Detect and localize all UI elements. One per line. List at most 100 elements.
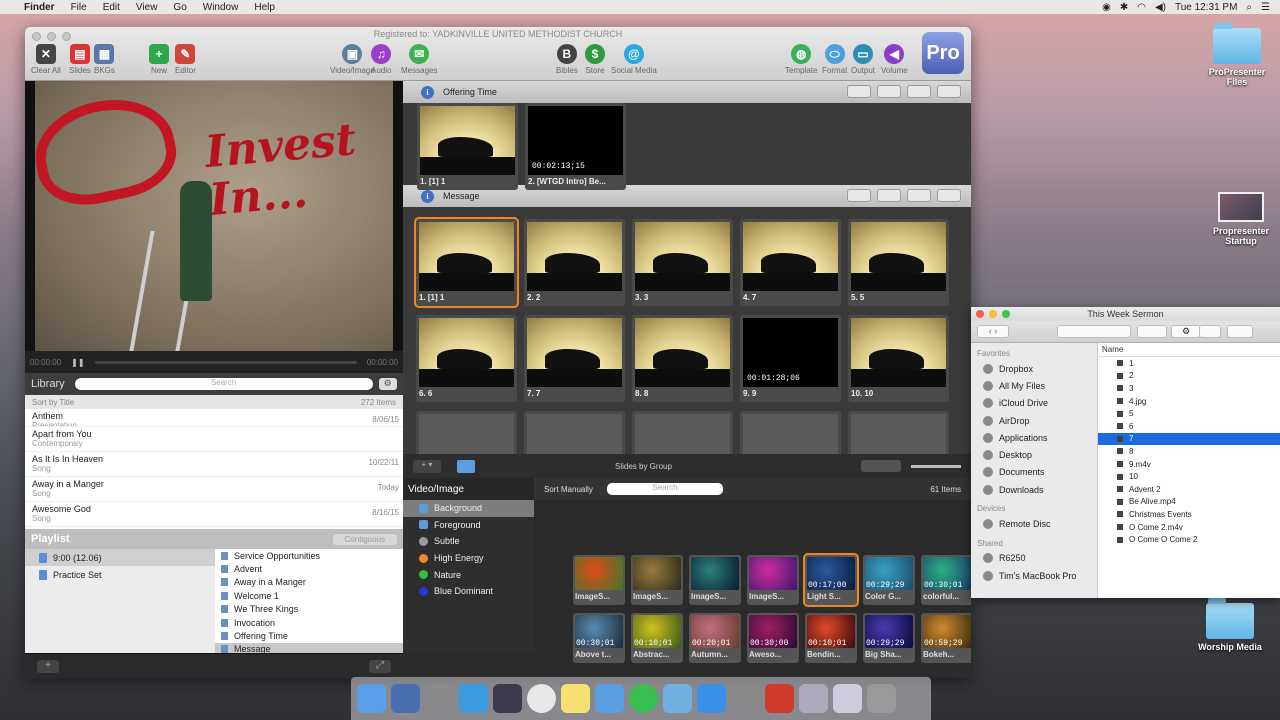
dock-app-icon[interactable] bbox=[561, 684, 590, 713]
media-thumbnail[interactable]: ImageS... bbox=[747, 555, 799, 605]
file-row[interactable]: 8 bbox=[1098, 445, 1280, 458]
gear-icon[interactable]: ⚙ bbox=[378, 378, 397, 390]
wifi-icon[interactable]: ◠ bbox=[1137, 2, 1146, 13]
media-thumbnail[interactable]: 00:29;29 Big Sha... bbox=[863, 613, 915, 663]
library-row[interactable]: Anthem Presentation 8/06/15 bbox=[25, 409, 403, 427]
clear-all-button[interactable]: ✕ Clear All bbox=[31, 44, 61, 75]
volume-button[interactable]: ◀ Volume bbox=[881, 44, 908, 75]
media-thumbnail[interactable]: ImageS... bbox=[573, 555, 625, 605]
grid-icon[interactable] bbox=[907, 189, 931, 202]
add-playlist-button[interactable]: + bbox=[37, 660, 59, 673]
info-icon[interactable]: i bbox=[421, 85, 434, 99]
menu-app-name[interactable]: Finder bbox=[24, 2, 55, 13]
file-row[interactable]: Christmas Events bbox=[1098, 508, 1280, 521]
media-search-input[interactable]: Search bbox=[606, 483, 723, 495]
new-button[interactable]: + New bbox=[149, 44, 169, 75]
dock-app-icon[interactable] bbox=[731, 684, 760, 713]
bluetooth-icon[interactable]: ✱ bbox=[1120, 2, 1128, 13]
media-thumbnail[interactable]: ImageS... bbox=[631, 555, 683, 605]
dock-app-icon[interactable] bbox=[663, 684, 692, 713]
library-search-input[interactable]: Search bbox=[74, 378, 373, 390]
tag-icon[interactable] bbox=[1227, 325, 1253, 338]
media-category-subtle[interactable]: Subtle bbox=[403, 533, 534, 550]
slides-by-group-label[interactable]: Slides by Group bbox=[615, 462, 672, 471]
menu-view[interactable]: View bbox=[136, 2, 158, 13]
media-thumbnail[interactable]: ImageS... bbox=[689, 555, 741, 605]
playlist-document[interactable]: We Three Kings bbox=[215, 603, 403, 616]
video-image-button[interactable]: ▣ Video/Image bbox=[330, 44, 375, 75]
file-row[interactable]: 9.m4v bbox=[1098, 458, 1280, 471]
output-button[interactable]: ▭ Output bbox=[851, 44, 875, 75]
expand-icon[interactable]: ⤢ bbox=[369, 660, 391, 673]
dock-app-icon[interactable] bbox=[527, 684, 556, 713]
slide-thumbnail[interactable]: 10. 10 bbox=[848, 315, 949, 402]
slide-thumbnail[interactable]: 6. 6 bbox=[416, 315, 517, 402]
dock-app-icon[interactable] bbox=[357, 684, 386, 713]
dock-app-icon[interactable] bbox=[459, 684, 488, 713]
media-category-high-energy[interactable]: High Energy bbox=[403, 550, 534, 567]
info-icon[interactable]: i bbox=[421, 189, 434, 203]
dock-app-icon[interactable] bbox=[391, 684, 420, 713]
media-sort[interactable]: Sort Manually bbox=[544, 485, 593, 494]
file-row[interactable]: Be Alive.mp4 bbox=[1098, 496, 1280, 509]
share-icon[interactable] bbox=[1199, 325, 1221, 338]
slide-thumbnail[interactable]: 1. [1] 1 bbox=[417, 103, 518, 190]
file-row[interactable]: 3 bbox=[1098, 382, 1280, 395]
media-thumbnail[interactable]: 00:30;01 colorful... bbox=[921, 555, 971, 605]
file-row[interactable]: O Come O Come 2 bbox=[1098, 533, 1280, 546]
dock-app-icon[interactable] bbox=[595, 684, 624, 713]
audio-button[interactable]: ♫ Audio bbox=[371, 44, 391, 75]
media-category-nature[interactable]: Nature bbox=[403, 566, 534, 583]
arrange-icon[interactable] bbox=[877, 189, 901, 202]
editor-button[interactable]: ✎ Editor bbox=[175, 44, 196, 75]
sidebar-item-all-my-files[interactable]: All My Files bbox=[971, 377, 1097, 394]
messages-button[interactable]: ✉ Messages bbox=[401, 44, 437, 75]
desktop-file-propresenter-startup[interactable]: Propresenter Startup bbox=[1206, 192, 1276, 246]
timer-icon[interactable] bbox=[847, 85, 871, 98]
dock-app-icon[interactable] bbox=[629, 684, 658, 713]
clear-icon[interactable] bbox=[937, 189, 961, 202]
media-toggle-icon[interactable] bbox=[457, 459, 475, 473]
clear-icon[interactable] bbox=[937, 85, 961, 98]
arrange-icon[interactable] bbox=[877, 85, 901, 98]
slide-thumbnail[interactable]: 4. 7 bbox=[740, 219, 841, 306]
store-button[interactable]: $ Store bbox=[585, 44, 605, 75]
file-row[interactable]: 4.jpg bbox=[1098, 395, 1280, 408]
arrange-icon[interactable] bbox=[1137, 325, 1167, 338]
media-thumbnail[interactable]: 00:17;00 Light S... bbox=[803, 553, 859, 607]
menu-file[interactable]: File bbox=[71, 2, 87, 13]
dock-app-icon[interactable] bbox=[799, 684, 828, 713]
playlist-document[interactable]: Service Opportunities bbox=[215, 549, 403, 562]
view-switcher[interactable] bbox=[1057, 325, 1131, 338]
media-thumbnail[interactable]: 00:59;29 Bokeh... bbox=[921, 613, 971, 663]
playlist-document[interactable]: Offering Time bbox=[215, 629, 403, 642]
column-header-name[interactable]: Name bbox=[1098, 343, 1280, 357]
library-row[interactable]: Away in a Manger Song Today bbox=[25, 477, 403, 502]
file-row[interactable]: O Come 2.m4v bbox=[1098, 521, 1280, 534]
sidebar-item-r6250[interactable]: R6250 bbox=[971, 550, 1097, 567]
file-row[interactable]: 7 bbox=[1098, 432, 1280, 446]
sidebar-item-remote-disc[interactable]: Remote Disc bbox=[971, 515, 1097, 532]
menu-help[interactable]: Help bbox=[254, 2, 275, 13]
clock[interactable]: Tue 12:31 PM bbox=[1175, 2, 1237, 13]
close-dot-icon[interactable] bbox=[976, 310, 984, 318]
sidebar-item-downloads[interactable]: Downloads bbox=[971, 481, 1097, 498]
media-category-background[interactable]: Background bbox=[403, 500, 534, 517]
format-button[interactable]: ⬭ Format bbox=[822, 44, 847, 75]
slide-thumbnail[interactable]: 2. 2 bbox=[524, 219, 625, 306]
bibles-button[interactable]: B Bibles bbox=[556, 44, 578, 75]
back-forward-icon[interactable]: ‹ › bbox=[977, 325, 1009, 338]
timer-icon[interactable] bbox=[847, 189, 871, 202]
volume-icon[interactable]: ◀) bbox=[1155, 2, 1166, 13]
playlist-document[interactable]: Advent bbox=[215, 562, 403, 575]
menu-go[interactable]: Go bbox=[173, 2, 186, 13]
slide-thumbnail[interactable]: 7. 7 bbox=[524, 315, 625, 402]
view-mode-toggle[interactable] bbox=[861, 460, 901, 472]
contiguous-button[interactable]: Contiguous bbox=[332, 533, 397, 545]
sidebar-item-documents[interactable]: Documents bbox=[971, 464, 1097, 481]
playlist-item[interactable]: 9:00 (12.06) bbox=[25, 549, 215, 566]
media-category-blue-dominant[interactable]: Blue Dominant bbox=[403, 583, 534, 600]
file-row[interactable]: 6 bbox=[1098, 420, 1280, 433]
file-row[interactable]: 1 bbox=[1098, 357, 1280, 370]
sidebar-item-desktop[interactable]: Desktop bbox=[971, 446, 1097, 463]
